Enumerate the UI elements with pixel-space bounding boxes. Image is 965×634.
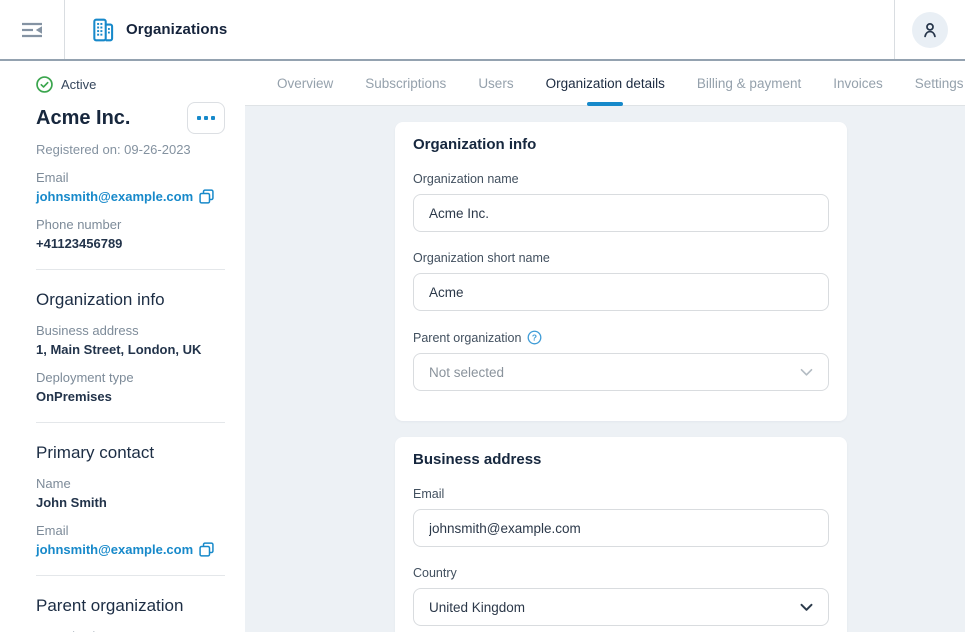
- more-actions-button[interactable]: [187, 102, 225, 134]
- business-address-card: Business address Email Country United Ki…: [395, 437, 847, 632]
- parent-org-field-label: Parent organization: [413, 331, 521, 345]
- address-card-title: Business address: [413, 451, 829, 468]
- organizations-icon: [90, 17, 116, 43]
- org-info-heading: Organization info: [36, 290, 225, 310]
- topbar-divider-right: [894, 0, 895, 59]
- status-active-icon: [36, 76, 53, 93]
- business-address-label: Business address: [36, 323, 225, 338]
- main-panel: Overview Subscriptions Users Organizatio…: [245, 61, 965, 632]
- parent-org-help-icon[interactable]: ?: [527, 330, 542, 345]
- email-label: Email: [36, 170, 225, 185]
- sidebar-divider: [36, 575, 225, 576]
- user-menu-button[interactable]: [912, 12, 948, 48]
- parent-org-select[interactable]: Not selected: [413, 353, 829, 391]
- copy-contact-email-button[interactable]: [199, 542, 214, 557]
- organization-info-card: Organization info Organization name Orga…: [395, 122, 847, 421]
- phone-label: Phone number: [36, 217, 225, 232]
- chevron-down-icon: [800, 603, 813, 612]
- org-short-name-field-label: Organization short name: [413, 251, 829, 265]
- address-email-field-label: Email: [413, 487, 829, 501]
- primary-contact-heading: Primary contact: [36, 443, 225, 463]
- sidebar-divider: [36, 269, 225, 270]
- phone-value: +41123456789: [36, 236, 225, 251]
- tab-invoices[interactable]: Invoices: [817, 61, 899, 105]
- tab-content: Organization info Organization name Orga…: [245, 106, 965, 632]
- hamburger-icon: [21, 22, 43, 38]
- country-field-label: Country: [413, 566, 829, 580]
- tab-users[interactable]: Users: [462, 61, 529, 105]
- status-badge: Active: [61, 77, 96, 92]
- chevron-down-icon: [800, 368, 813, 377]
- tab-overview[interactable]: Overview: [261, 61, 349, 105]
- sidebar-collapse-button[interactable]: [15, 13, 49, 47]
- deployment-type-value: OnPremises: [36, 389, 225, 404]
- org-card-title: Organization info: [413, 136, 829, 153]
- top-bar: Organizations: [0, 0, 965, 61]
- parent-org-heading: Parent organization: [36, 596, 225, 616]
- deployment-type-label: Deployment type: [36, 370, 225, 385]
- topbar-divider: [64, 0, 65, 59]
- tab-billing-payment[interactable]: Billing & payment: [681, 61, 817, 105]
- parent-org-select-value: Not selected: [429, 365, 504, 380]
- country-select[interactable]: United Kingdom: [413, 588, 829, 626]
- country-select-value: United Kingdom: [429, 600, 525, 615]
- tab-subscriptions[interactable]: Subscriptions: [349, 61, 462, 105]
- org-short-name-input[interactable]: [413, 273, 829, 311]
- business-address-value: 1, Main Street, London, UK: [36, 342, 225, 357]
- tab-bar: Overview Subscriptions Users Organizatio…: [245, 61, 965, 106]
- parent-org-name-label: Organization name: [36, 629, 225, 632]
- contact-name-value: John Smith: [36, 495, 225, 510]
- org-name-field-label: Organization name: [413, 172, 829, 186]
- tab-settings[interactable]: Settings: [899, 61, 965, 105]
- svg-text:?: ?: [532, 333, 537, 343]
- copy-email-button[interactable]: [199, 189, 214, 204]
- contact-email-link[interactable]: johnsmith@example.com: [36, 542, 193, 557]
- organization-name: Acme Inc.: [36, 107, 130, 130]
- sidebar-divider: [36, 422, 225, 423]
- tab-organization-details[interactable]: Organization details: [530, 61, 681, 105]
- page-title: Organizations: [126, 21, 227, 38]
- address-email-input[interactable]: [413, 509, 829, 547]
- registered-date: Registered on: 09-26-2023: [36, 142, 225, 157]
- org-name-input[interactable]: [413, 194, 829, 232]
- email-link[interactable]: johnsmith@example.com: [36, 189, 193, 204]
- user-icon: [919, 19, 941, 41]
- organization-sidebar: Active Acme Inc. Registered on: 09-26-20…: [0, 61, 245, 632]
- contact-name-label: Name: [36, 476, 225, 491]
- contact-email-label: Email: [36, 523, 225, 538]
